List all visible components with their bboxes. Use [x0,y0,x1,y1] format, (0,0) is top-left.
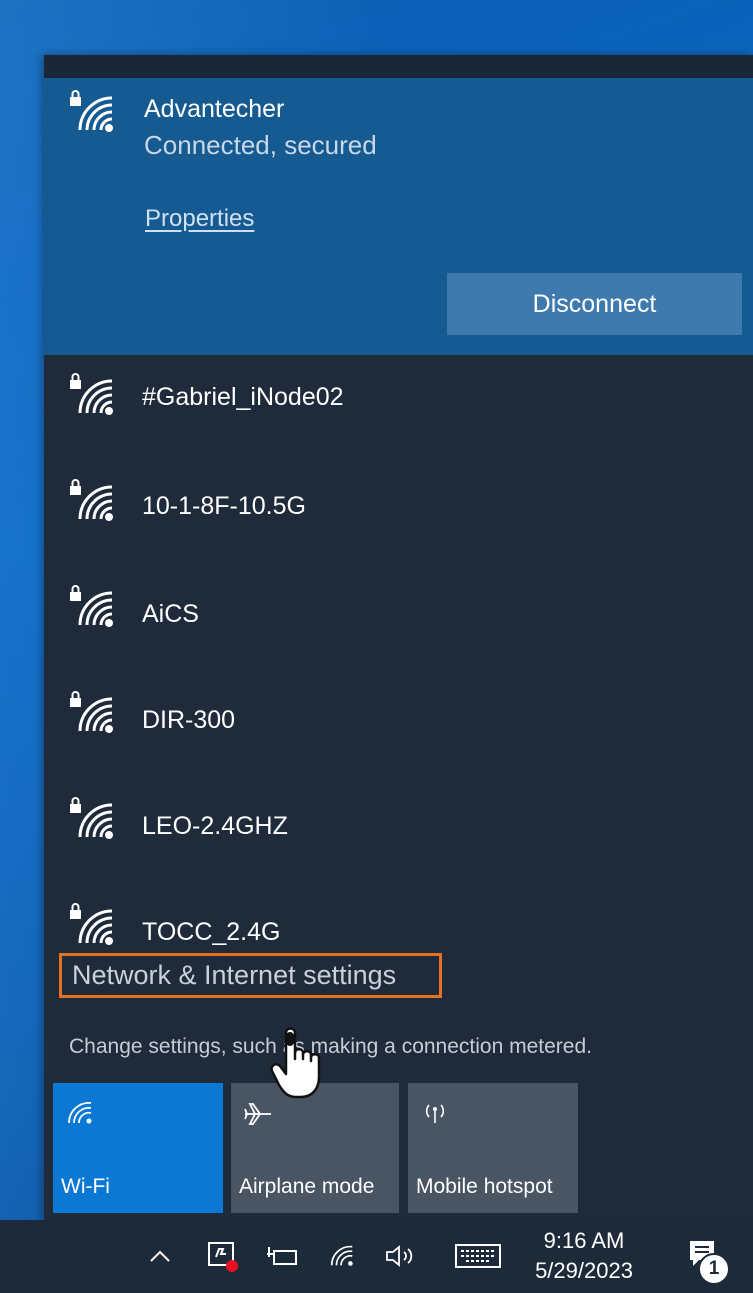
volume-icon[interactable] [380,1232,426,1280]
network-flyout: Advantecher Connected, secured Propertie… [44,55,753,1220]
connected-network-name: Advantecher [144,95,285,123]
properties-link[interactable]: Properties [145,205,254,233]
wifi-secured-icon [70,373,113,415]
network-list-item[interactable]: LEO-2.4GHZ [44,779,753,879]
notification-count-badge: 1 [698,1253,730,1285]
flyout-top-strip [44,55,753,78]
network-name: DIR-300 [142,706,236,734]
tile-label: Wi-Fi [61,1175,110,1198]
connected-network-panel[interactable]: Advantecher Connected, secured Propertie… [44,78,753,355]
wifi-secured-icon [70,90,113,132]
airplane-icon [244,1103,271,1125]
chevron-up-icon[interactable] [140,1232,180,1280]
network-name: 10-1-8F-10.5G [142,492,306,520]
battery-icon[interactable] [262,1232,302,1280]
wifi-secured-icon [70,797,113,839]
connected-network-status: Connected, secured [144,130,377,160]
meet-now-icon[interactable] [200,1232,244,1280]
disconnect-button[interactable]: Disconnect [447,273,742,335]
network-name: AiCS [142,600,199,628]
wifi-icon[interactable] [322,1232,362,1280]
network-name: LEO-2.4GHZ [142,812,288,840]
hotspot-icon [425,1104,445,1123]
taskbar: 9:16 AM 5/29/2023 1 [0,1220,753,1293]
network-list-item[interactable]: AiCS [44,567,753,667]
clock-date: 5/29/2023 [535,1258,633,1283]
tile-label: Airplane mode [239,1175,375,1198]
network-list-item[interactable]: #Gabriel_iNode02 [44,355,753,455]
wifi-toggle-tile[interactable]: Wi-Fi [53,1083,223,1213]
settings-description: Change settings, such as making a connec… [69,1035,592,1058]
taskbar-clock[interactable]: 9:16 AM 5/29/2023 [524,1226,644,1286]
hand-cursor-icon [270,1027,321,1099]
wifi-secured-icon [70,479,113,521]
network-list-item[interactable]: 10-1-8F-10.5G [44,461,753,561]
network-internet-settings-link[interactable]: Network & Internet settings [59,953,442,998]
network-list-item[interactable]: DIR-300 [44,673,753,773]
mobile-hotspot-tile[interactable]: Mobile hotspot [408,1083,578,1213]
wifi-secured-icon [70,903,113,945]
network-name: TOCC_2.4G [142,918,281,946]
wifi-icon [68,1102,92,1124]
wifi-secured-icon [70,691,113,733]
tile-label: Mobile hotspot [416,1175,553,1198]
network-name: #Gabriel_iNode02 [142,383,344,411]
keyboard-icon[interactable] [450,1232,506,1280]
wifi-secured-icon [70,585,113,627]
clock-time: 9:16 AM [543,1228,625,1253]
airplane-mode-tile[interactable]: Airplane mode [231,1083,399,1213]
